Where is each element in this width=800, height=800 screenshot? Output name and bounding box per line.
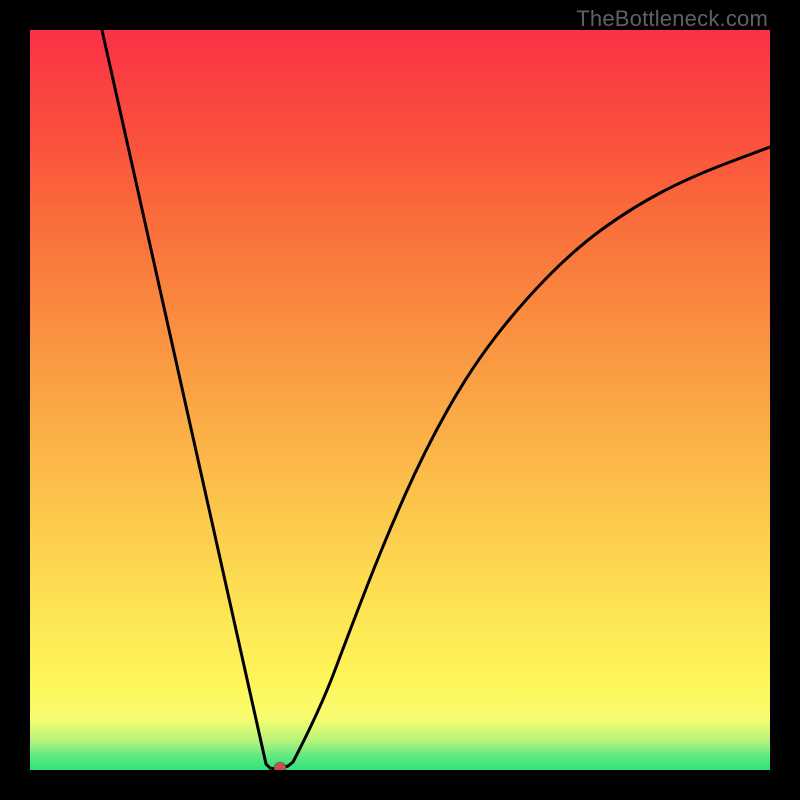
plot-area (30, 30, 770, 770)
curve-svg (30, 30, 770, 770)
optimum-marker (274, 762, 286, 770)
chart-frame: TheBottleneck.com (0, 0, 800, 800)
bottleneck-curve (102, 30, 770, 769)
watermark-text: TheBottleneck.com (576, 6, 768, 32)
